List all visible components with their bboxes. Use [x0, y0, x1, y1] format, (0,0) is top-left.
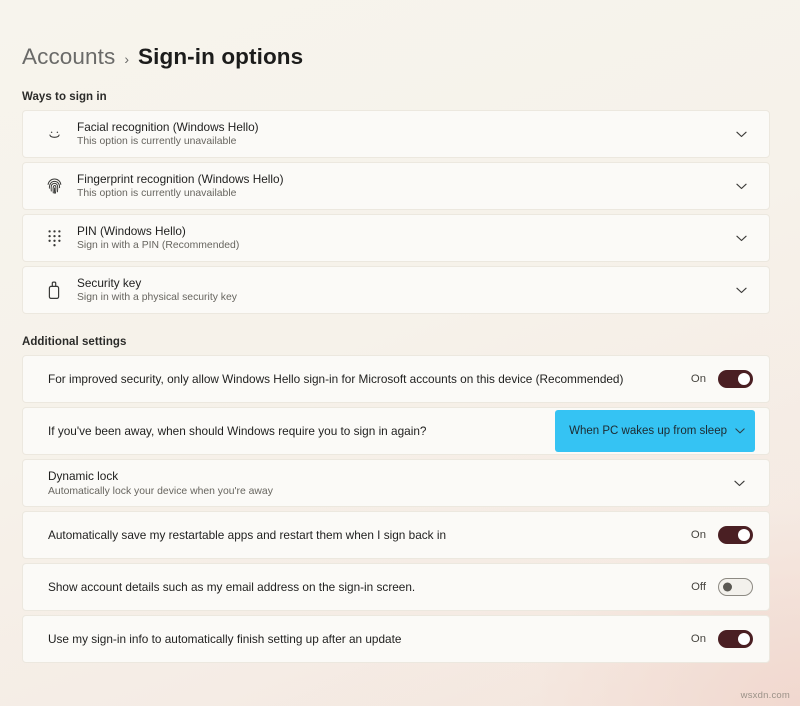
setting-label: Show account details such as my email ad… — [37, 580, 689, 595]
section-label-additional-settings: Additional settings — [22, 336, 800, 348]
settings-page: Accounts › Sign-in options Ways to sign … — [0, 0, 800, 663]
breadcrumb-parent-accounts[interactable]: Accounts — [22, 44, 115, 70]
chevron-down-icon[interactable] — [727, 183, 755, 190]
option-subtitle: Sign in with a PIN (Recommended) — [77, 239, 727, 252]
option-text: PIN (Windows Hello) Sign in with a PIN (… — [69, 224, 727, 252]
setting-label: Dynamic lock Automatically lock your dev… — [37, 469, 725, 498]
setting-finish-setup-after-update[interactable]: Use my sign-in info to automatically fin… — [22, 615, 770, 663]
toggle-state-label: On — [689, 633, 706, 645]
chevron-down-icon — [727, 428, 745, 434]
sign-in-option-facial-recognition[interactable]: Facial recognition (Windows Hello) This … — [22, 110, 770, 158]
watermark: wsxdn.com — [741, 690, 790, 701]
setting-restartable-apps[interactable]: Automatically save my restartable apps a… — [22, 511, 770, 559]
option-subtitle: This option is currently unavailable — [77, 187, 727, 200]
setting-label: Use my sign-in info to automatically fin… — [37, 632, 689, 647]
breadcrumb-separator-icon: › — [124, 49, 129, 66]
chevron-down-icon[interactable] — [727, 235, 755, 242]
pin-keypad-icon — [39, 229, 69, 247]
setting-show-account-details[interactable]: Show account details such as my email ad… — [22, 563, 770, 611]
breadcrumb: Accounts › Sign-in options — [0, 0, 800, 74]
require-signin-dropdown[interactable]: When PC wakes up from sleep — [555, 410, 755, 452]
fingerprint-icon — [39, 177, 69, 196]
setting-label: For improved security, only allow Window… — [37, 372, 689, 387]
sign-in-option-fingerprint-recognition[interactable]: Fingerprint recognition (Windows Hello) … — [22, 162, 770, 210]
setting-title: Dynamic lock — [48, 469, 725, 484]
toggle-switch[interactable] — [718, 526, 753, 544]
toggle-knob — [738, 633, 750, 645]
chevron-down-icon[interactable] — [725, 480, 753, 487]
smiley-face-icon — [39, 126, 69, 143]
sign-in-option-security-key[interactable]: Security key Sign in with a physical sec… — [22, 266, 770, 314]
chevron-down-icon[interactable] — [727, 131, 755, 138]
setting-improved-security[interactable]: For improved security, only allow Window… — [22, 355, 770, 403]
toggle-restartable-apps[interactable]: On — [689, 526, 753, 544]
option-subtitle: This option is currently unavailable — [77, 135, 727, 148]
setting-label: If you've been away, when should Windows… — [37, 424, 555, 439]
sign-in-option-pin[interactable]: PIN (Windows Hello) Sign in with a PIN (… — [22, 214, 770, 262]
setting-label-text: If you've been away, when should Windows… — [48, 424, 555, 439]
setting-label-text: For improved security, only allow Window… — [48, 372, 689, 387]
toggle-knob — [723, 583, 732, 592]
setting-label-text: Automatically save my restartable apps a… — [48, 528, 689, 543]
toggle-knob — [738, 529, 750, 541]
option-title: Facial recognition (Windows Hello) — [77, 120, 727, 134]
option-title: Fingerprint recognition (Windows Hello) — [77, 172, 727, 186]
option-title: Security key — [77, 276, 727, 290]
security-key-icon — [39, 281, 69, 300]
setting-require-signin[interactable]: If you've been away, when should Windows… — [22, 407, 770, 455]
option-text: Facial recognition (Windows Hello) This … — [69, 120, 727, 148]
option-text: Security key Sign in with a physical sec… — [69, 276, 727, 304]
toggle-switch[interactable] — [718, 630, 753, 648]
ways-to-sign-in-list: Facial recognition (Windows Hello) This … — [22, 110, 770, 314]
toggle-show-account-details[interactable]: Off — [689, 578, 753, 596]
setting-label: Automatically save my restartable apps a… — [37, 528, 689, 543]
setting-dynamic-lock[interactable]: Dynamic lock Automatically lock your dev… — [22, 459, 770, 507]
toggle-knob — [738, 373, 750, 385]
option-subtitle: Sign in with a physical security key — [77, 291, 727, 304]
option-text: Fingerprint recognition (Windows Hello) … — [69, 172, 727, 200]
option-title: PIN (Windows Hello) — [77, 224, 727, 238]
additional-settings-list: For improved security, only allow Window… — [22, 355, 770, 663]
chevron-down-icon[interactable] — [727, 287, 755, 294]
section-label-ways-to-sign-in: Ways to sign in — [22, 91, 800, 103]
toggle-improved-security[interactable]: On — [689, 370, 753, 388]
dropdown-selected-value: When PC wakes up from sleep — [569, 425, 727, 437]
setting-label-text: Show account details such as my email ad… — [48, 580, 689, 595]
setting-label-text: Use my sign-in info to automatically fin… — [48, 632, 689, 647]
toggle-switch[interactable] — [718, 370, 753, 388]
page-title: Sign-in options — [138, 44, 303, 70]
toggle-finish-setup[interactable]: On — [689, 630, 753, 648]
toggle-state-label: On — [689, 373, 706, 385]
toggle-state-label: Off — [689, 581, 706, 593]
toggle-switch[interactable] — [718, 578, 753, 596]
toggle-state-label: On — [689, 529, 706, 541]
setting-subtitle: Automatically lock your device when you'… — [48, 485, 725, 498]
